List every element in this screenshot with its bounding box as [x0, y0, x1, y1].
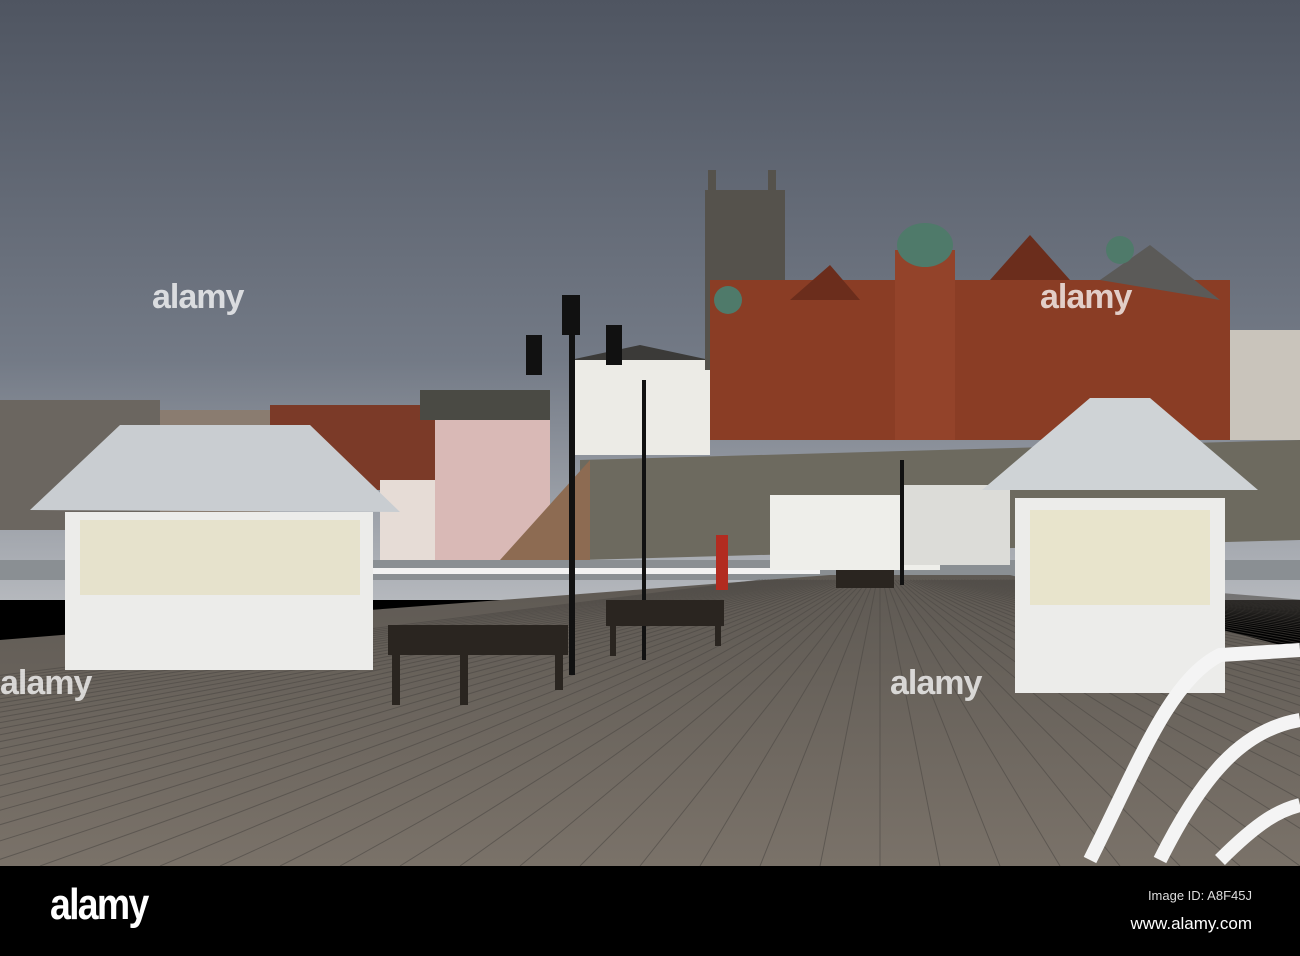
site-url: www.alamy.com	[1130, 914, 1252, 933]
pier-pavilion	[770, 485, 1010, 570]
alamy-logo: alamy	[50, 880, 149, 929]
person	[716, 535, 728, 590]
watermark: alamy	[152, 278, 244, 316]
photo-frame: alamy alamy alamy alamy alamy Image ID: …	[0, 0, 1300, 956]
watermark: alamy	[1040, 278, 1132, 316]
pier-railing	[370, 568, 820, 574]
image-id: Image ID: A8F45J	[1147, 888, 1252, 903]
footer-bar: alamy Image ID: A8F45J www.alamy.com	[0, 866, 1300, 956]
pier-photo	[0, 0, 1300, 866]
watermark: alamy	[0, 664, 92, 702]
watermark: alamy	[890, 664, 982, 702]
left-shelter	[30, 425, 400, 670]
